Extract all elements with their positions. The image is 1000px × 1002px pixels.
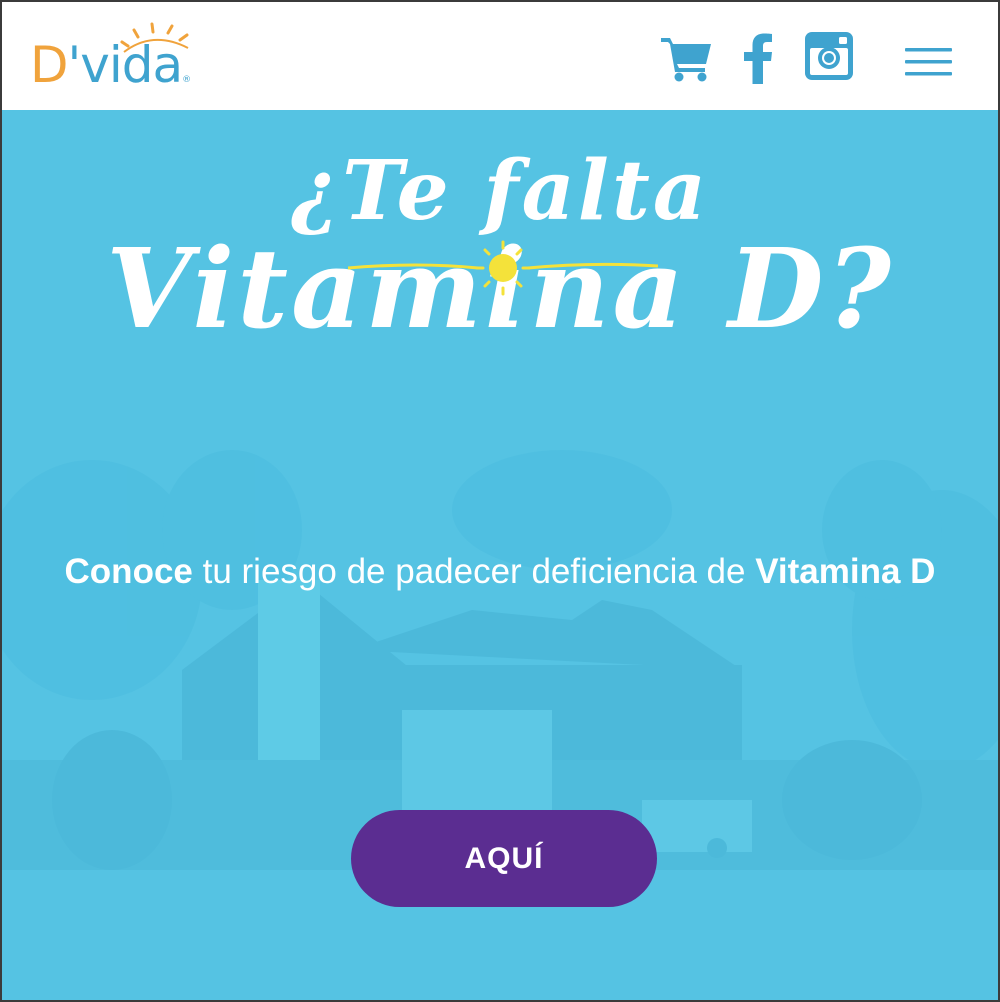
sun-divider-icon (348, 240, 658, 296)
hero-title-line-1: ¿Te falta (291, 143, 709, 239)
hero-tagline: Conoce tu riesgo de padecer deficiencia … (2, 552, 998, 592)
aqui-button[interactable]: AQUÍ (351, 810, 657, 907)
tagline-middle-text: tu riesgo de padecer deficiencia de (192, 552, 756, 591)
logo-wordmark: D'vida® (30, 40, 191, 90)
page-frame: D'vida® ¿Te falta Vitamina D? Conoce tu … (0, 0, 1000, 1002)
site-header: D'vida® (2, 2, 998, 110)
logo-letter-d: D (30, 36, 69, 94)
cart-icon[interactable] (661, 32, 713, 82)
dvida-logo[interactable]: D'vida® (30, 20, 205, 100)
logo-letters-vida: 'vida (67, 36, 184, 94)
instagram-icon[interactable] (805, 32, 853, 80)
hamburger-menu-icon[interactable] (905, 46, 955, 78)
tagline-bold-vitamina-d: Vitamina D (755, 552, 936, 591)
tagline-bold-conoce: Conoce (64, 552, 193, 591)
hero-banner: ¿Te falta Vitamina D? Conoce tu riesgo d… (2, 110, 998, 1000)
facebook-icon[interactable] (742, 32, 774, 84)
logo-registered-mark: ® (182, 75, 191, 85)
